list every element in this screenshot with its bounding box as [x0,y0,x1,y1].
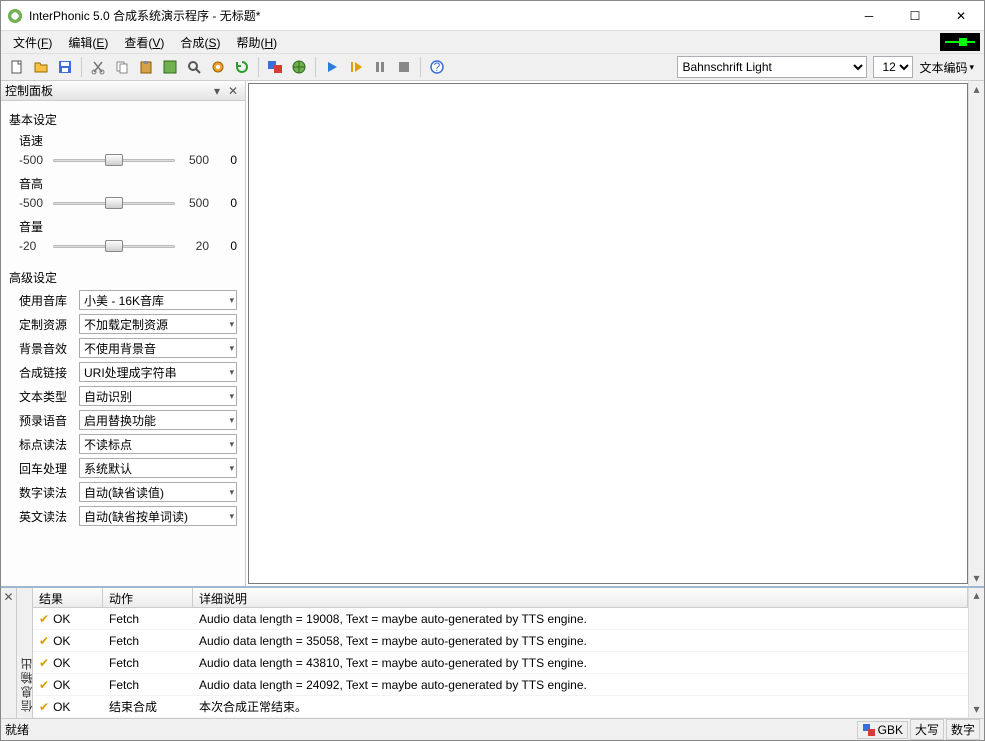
copy-icon[interactable] [111,56,133,78]
find-icon[interactable] [183,56,205,78]
menu-view[interactable]: 查看(V) [116,32,172,53]
title-bar: InterPhonic 5.0 合成系统演示程序 - 无标题* ─ ☐ ✕ [1,1,984,31]
volume-label: 音量 [19,218,237,235]
background-sound-select[interactable]: 不使用背景音▾ [79,338,237,358]
text-type-select[interactable]: 自动识别▾ [79,386,237,406]
settings-icon[interactable] [207,56,229,78]
window-title: InterPhonic 5.0 合成系统演示程序 - 无标题* [29,7,846,24]
stop-icon[interactable] [393,56,415,78]
log-row[interactable]: ✔OKFetchAudio data length = 43810, Text … [33,652,968,674]
help-icon[interactable]: ? [426,56,448,78]
log-row[interactable]: ✔OKFetchAudio data length = 24092, Text … [33,674,968,696]
volume-slider[interactable] [53,237,175,255]
english-reading-select[interactable]: 自动(缺省按单词读)▾ [79,506,237,526]
paste-icon[interactable] [135,56,157,78]
menu-help[interactable]: 帮助(H) [228,32,285,53]
custom-resource-select[interactable]: 不加载定制资源▾ [79,314,237,334]
status-bar: 就绪 GBK 大写 数字 [1,718,984,740]
prerecord-select[interactable]: 启用替换功能▾ [79,410,237,430]
menu-synth[interactable]: 合成(S) [172,32,228,53]
check-icon: ✔ [39,612,49,626]
encoding-dropdown[interactable]: 文本编码▾ [913,59,980,76]
cut-icon[interactable] [87,56,109,78]
check-icon: ✔ [39,634,49,648]
speed-slider[interactable] [53,151,175,169]
new-file-icon[interactable] [6,56,28,78]
save-icon[interactable] [54,56,76,78]
menu-edit[interactable]: 编辑(E) [60,32,116,53]
check-icon: ✔ [39,656,49,670]
check-icon: ✔ [39,700,49,714]
minimize-button[interactable]: ─ [846,1,892,31]
volume-value: 0 [213,239,237,253]
enter-handling-select[interactable]: 系统默认▾ [79,458,237,478]
panel-title: 控制面板 [5,82,53,99]
speed-value: 0 [213,153,237,167]
pin-icon[interactable]: ▾ [209,83,225,99]
status-num: 数字 [946,719,980,740]
status-caps: 大写 [910,719,944,740]
svg-text:?: ? [434,60,441,74]
scroll-up-icon[interactable]: ▴ [969,81,984,97]
pitch-value: 0 [213,196,237,210]
log-header-detail[interactable]: 详细说明 [193,588,968,607]
close-button[interactable]: ✕ [938,1,984,31]
activity-indicator [940,33,980,51]
log-row[interactable]: ✔OKFetchAudio data length = 19008, Text … [33,608,968,630]
menu-bar: 文件(F) 编辑(E) 查看(V) 合成(S) 帮助(H) [1,31,984,53]
control-panel: 控制面板 ▾ ✕ 基本设定 语速 -500 500 0 音高 -500 [1,81,246,586]
app-icon [7,8,23,24]
toolbar: ? Bahnschrift Light 12 文本编码▾ [1,53,984,81]
digit-reading-select[interactable]: 自动(缺省读值)▾ [79,482,237,502]
log-close-icon[interactable]: ✕ [1,588,17,718]
log-scrollbar[interactable]: ▴▾ [968,588,984,718]
font-size-select[interactable]: 12 [873,56,913,78]
maximize-button[interactable]: ☐ [892,1,938,31]
translate-icon[interactable] [264,56,286,78]
status-ready: 就绪 [5,721,29,738]
status-encoding[interactable]: GBK [857,721,908,739]
editor-scrollbar[interactable]: ▴ ▾ [968,81,984,586]
pitch-slider[interactable] [53,194,175,212]
refresh-icon[interactable] [231,56,253,78]
open-file-icon[interactable] [30,56,52,78]
select-icon[interactable] [159,56,181,78]
pause-icon[interactable] [369,56,391,78]
log-row[interactable]: ✔OK结束合成本次合成正常结束。 [33,696,968,718]
basic-settings-title: 基本设定 [9,111,237,128]
play-section-icon[interactable] [345,56,367,78]
main-area: 控制面板 ▾ ✕ 基本设定 语速 -500 500 0 音高 -500 [1,81,984,586]
speed-label: 语速 [19,132,237,149]
log-header-result[interactable]: 结果 [33,588,103,607]
menu-file[interactable]: 文件(F) [5,32,60,53]
log-side-label: 信息输出 [17,588,33,718]
voice-select[interactable]: 小美 - 16K音库▾ [79,290,237,310]
play-icon[interactable] [321,56,343,78]
pitch-label: 音高 [19,175,237,192]
check-icon: ✔ [39,678,49,692]
encoding-icon [862,723,876,737]
log-row[interactable]: ✔OKFetchAudio data length = 35058, Text … [33,630,968,652]
advanced-settings-title: 高级设定 [9,269,237,286]
scroll-down-icon[interactable]: ▾ [969,570,984,586]
panel-close-icon[interactable]: ✕ [225,83,241,99]
text-editor[interactable]: ▴ ▾ [246,81,984,586]
globe-icon[interactable] [288,56,310,78]
punctuation-select[interactable]: 不读标点▾ [79,434,237,454]
font-select[interactable]: Bahnschrift Light [677,56,867,78]
log-header-action[interactable]: 动作 [103,588,193,607]
log-panel: ✕ 信息输出 结果 动作 详细说明 ✔OKFetchAudio data len… [1,586,984,718]
uri-handling-select[interactable]: URI处理成字符串▾ [79,362,237,382]
